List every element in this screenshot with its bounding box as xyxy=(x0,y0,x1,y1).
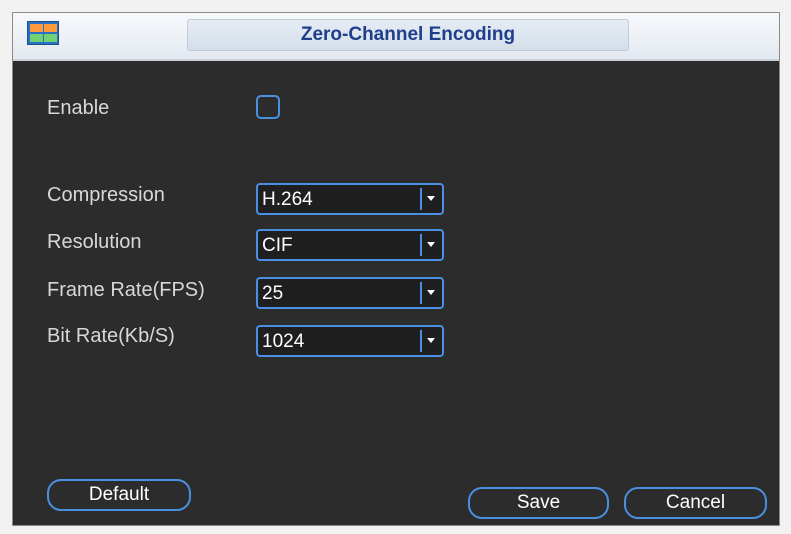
dialog-title: Zero-Channel Encoding xyxy=(187,19,629,51)
chevron-down-icon[interactable] xyxy=(420,282,440,304)
resolution-select[interactable]: CIF xyxy=(256,229,444,261)
compression-label: Compression xyxy=(47,184,165,206)
compression-value: H.264 xyxy=(262,189,313,210)
cancel-button[interactable]: Cancel xyxy=(624,487,767,519)
default-button[interactable]: Default xyxy=(47,479,191,511)
frame-rate-value: 25 xyxy=(262,283,284,304)
multi-view-grid-icon xyxy=(27,21,59,45)
chevron-down-icon[interactable] xyxy=(420,234,440,256)
bit-rate-select[interactable]: 1024 xyxy=(256,325,444,357)
zero-channel-encoding-dialog: Zero-Channel Encoding Enable Compression… xyxy=(12,12,780,526)
enable-checkbox[interactable] xyxy=(256,95,280,119)
resolution-value: CIF xyxy=(262,235,293,256)
enable-label: Enable xyxy=(47,97,110,119)
bit-rate-label: Bit Rate(Kb/S) xyxy=(47,325,175,347)
save-button[interactable]: Save xyxy=(468,487,609,519)
chevron-down-icon[interactable] xyxy=(420,188,440,210)
frame-rate-select[interactable]: 25 xyxy=(256,277,444,309)
resolution-label: Resolution xyxy=(47,231,142,253)
frame-rate-label: Frame Rate(FPS) xyxy=(47,279,205,301)
chevron-down-icon[interactable] xyxy=(420,330,440,352)
bit-rate-value: 1024 xyxy=(262,331,305,352)
title-bar: Zero-Channel Encoding xyxy=(13,13,779,61)
compression-select[interactable]: H.264 xyxy=(256,183,444,215)
